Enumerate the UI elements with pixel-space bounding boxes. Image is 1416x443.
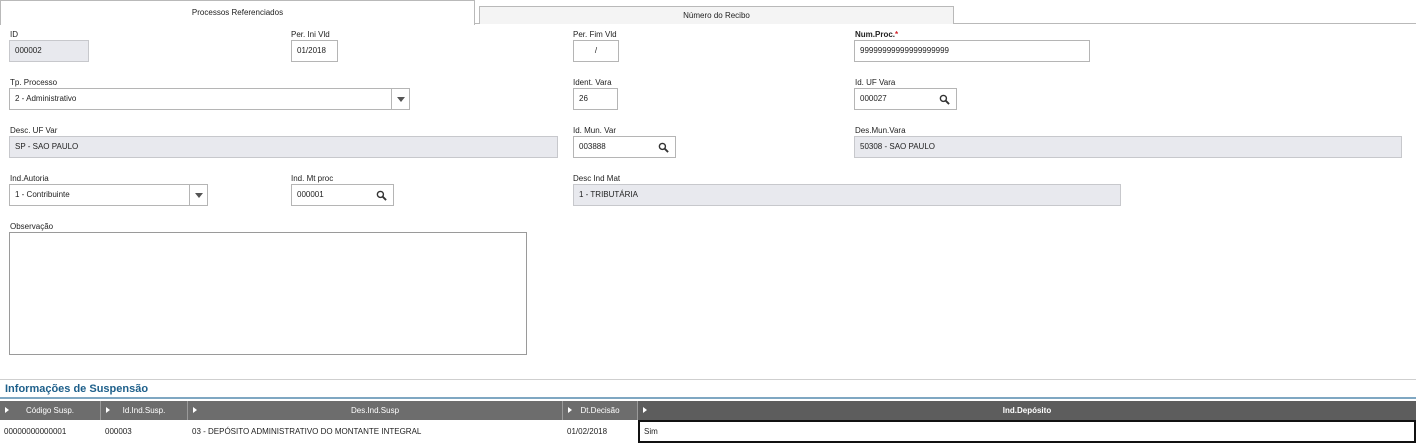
search-icon[interactable] — [939, 94, 950, 105]
column-label: Código Susp. — [25, 406, 75, 415]
id-mun-var-input[interactable]: 003888 — [573, 136, 676, 158]
column-label: Des.Ind.Susp — [350, 406, 400, 415]
ind-autoria-select[interactable]: 1 - Contribuinte — [9, 184, 208, 206]
desc-uf-var-field: SP - SAO PAULO — [9, 136, 558, 158]
per-ini-vld-input[interactable]: 01/2018 — [291, 40, 338, 62]
ind-mt-proc-input[interactable]: 000001 — [291, 184, 394, 206]
per-fim-vld-input[interactable]: / — [573, 40, 619, 62]
id-mun-var-value: 003888 — [579, 142, 606, 151]
cell-des-ind-susp[interactable]: 03 - DEPÓSITO ADMINISTRATIVO DO MONTANTE… — [188, 420, 563, 443]
search-icon[interactable] — [376, 190, 387, 201]
tp-processo-value: 2 - Administrativo — [15, 94, 77, 103]
cell-codigo-susp[interactable]: 00000000000001 — [0, 420, 101, 443]
chevron-down-icon[interactable] — [189, 185, 207, 205]
column-header-des-ind-susp[interactable]: Des.Ind.Susp — [188, 401, 563, 420]
triangle-right-icon — [643, 407, 647, 413]
observacao-label: Observação — [10, 222, 54, 231]
ind-autoria-label: Ind.Autoria — [10, 174, 49, 183]
des-mun-vara-field: 50308 - SAO PAULO — [854, 136, 1402, 158]
des-mun-vara-label: Des.Mun.Vara — [855, 126, 906, 135]
num-proc-input[interactable]: 99999999999999999999 — [854, 40, 1090, 62]
ind-mt-proc-label: Ind. Mt proc — [291, 174, 334, 183]
chevron-down-icon[interactable] — [391, 89, 409, 109]
triangle-right-icon — [5, 407, 9, 413]
per-ini-vld-label: Per. Ini Vld — [291, 30, 330, 39]
tp-processo-select[interactable]: 2 - Administrativo — [9, 88, 410, 110]
num-proc-label: Num.Proc.* — [855, 30, 898, 39]
per-fim-vld-label: Per. Fim Vld — [573, 30, 617, 39]
id-field: 000002 — [9, 40, 89, 62]
cell-dt-decisao[interactable]: 01/02/2018 — [563, 420, 638, 443]
desc-ind-mat-label: Desc Ind Mat — [573, 174, 621, 183]
grid-header: Código Susp. Id.Ind.Susp. Des.Ind.Susp D… — [0, 401, 1416, 420]
id-uf-vara-value: 000027 — [860, 94, 887, 103]
column-header-dt-decisao[interactable]: Dt.Decisão — [563, 401, 638, 420]
section-underline — [0, 397, 1416, 399]
id-uf-vara-input[interactable]: 000027 — [854, 88, 957, 110]
cell-ind-deposito[interactable]: Sim — [638, 420, 1416, 443]
triangle-right-icon — [568, 407, 572, 413]
section-title: Informações de Suspensão — [5, 383, 149, 395]
desc-uf-var-label: Desc. UF Var — [10, 126, 58, 135]
ident-vara-input[interactable]: 26 — [573, 88, 618, 110]
tp-processo-label: Tp. Processo — [10, 78, 58, 87]
column-label: Dt.Decisão — [580, 406, 620, 415]
column-header-codigo-susp[interactable]: Código Susp. — [0, 401, 101, 420]
ind-mt-proc-value: 000001 — [297, 190, 324, 199]
observacao-textarea[interactable] — [9, 232, 527, 355]
triangle-right-icon — [106, 407, 110, 413]
search-icon[interactable] — [658, 142, 669, 153]
desc-ind-mat-field: 1 - TRIBUTÁRIA — [573, 184, 1121, 206]
divider — [0, 379, 1416, 380]
triangle-right-icon — [193, 407, 197, 413]
ident-vara-label: Ident. Vara — [573, 78, 612, 87]
ind-autoria-value: 1 - Contribuinte — [15, 190, 70, 199]
id-uf-vara-label: Id. UF Vara — [855, 78, 896, 87]
column-header-ind-deposito[interactable]: Ind.Depósito — [638, 401, 1416, 420]
column-header-id-ind-susp[interactable]: Id.Ind.Susp. — [101, 401, 188, 420]
required-marker: * — [895, 30, 899, 39]
tab-numero-do-recibo[interactable]: Número do Recibo — [479, 6, 954, 24]
id-label: ID — [10, 30, 18, 39]
id-mun-var-label: Id. Mun. Var — [573, 126, 616, 135]
cell-id-ind-susp[interactable]: 000003 — [101, 420, 188, 443]
column-label: Id.Ind.Susp. — [122, 406, 166, 415]
tab-bar: Processos Referenciados Número do Recibo — [0, 0, 1416, 25]
table-row[interactable]: 00000000000001 000003 03 - DEPÓSITO ADMI… — [0, 420, 1416, 443]
num-proc-label-text: Num.Proc. — [855, 30, 896, 39]
tab-processos-referenciados[interactable]: Processos Referenciados — [0, 0, 475, 25]
column-label: Ind.Depósito — [1002, 406, 1052, 415]
